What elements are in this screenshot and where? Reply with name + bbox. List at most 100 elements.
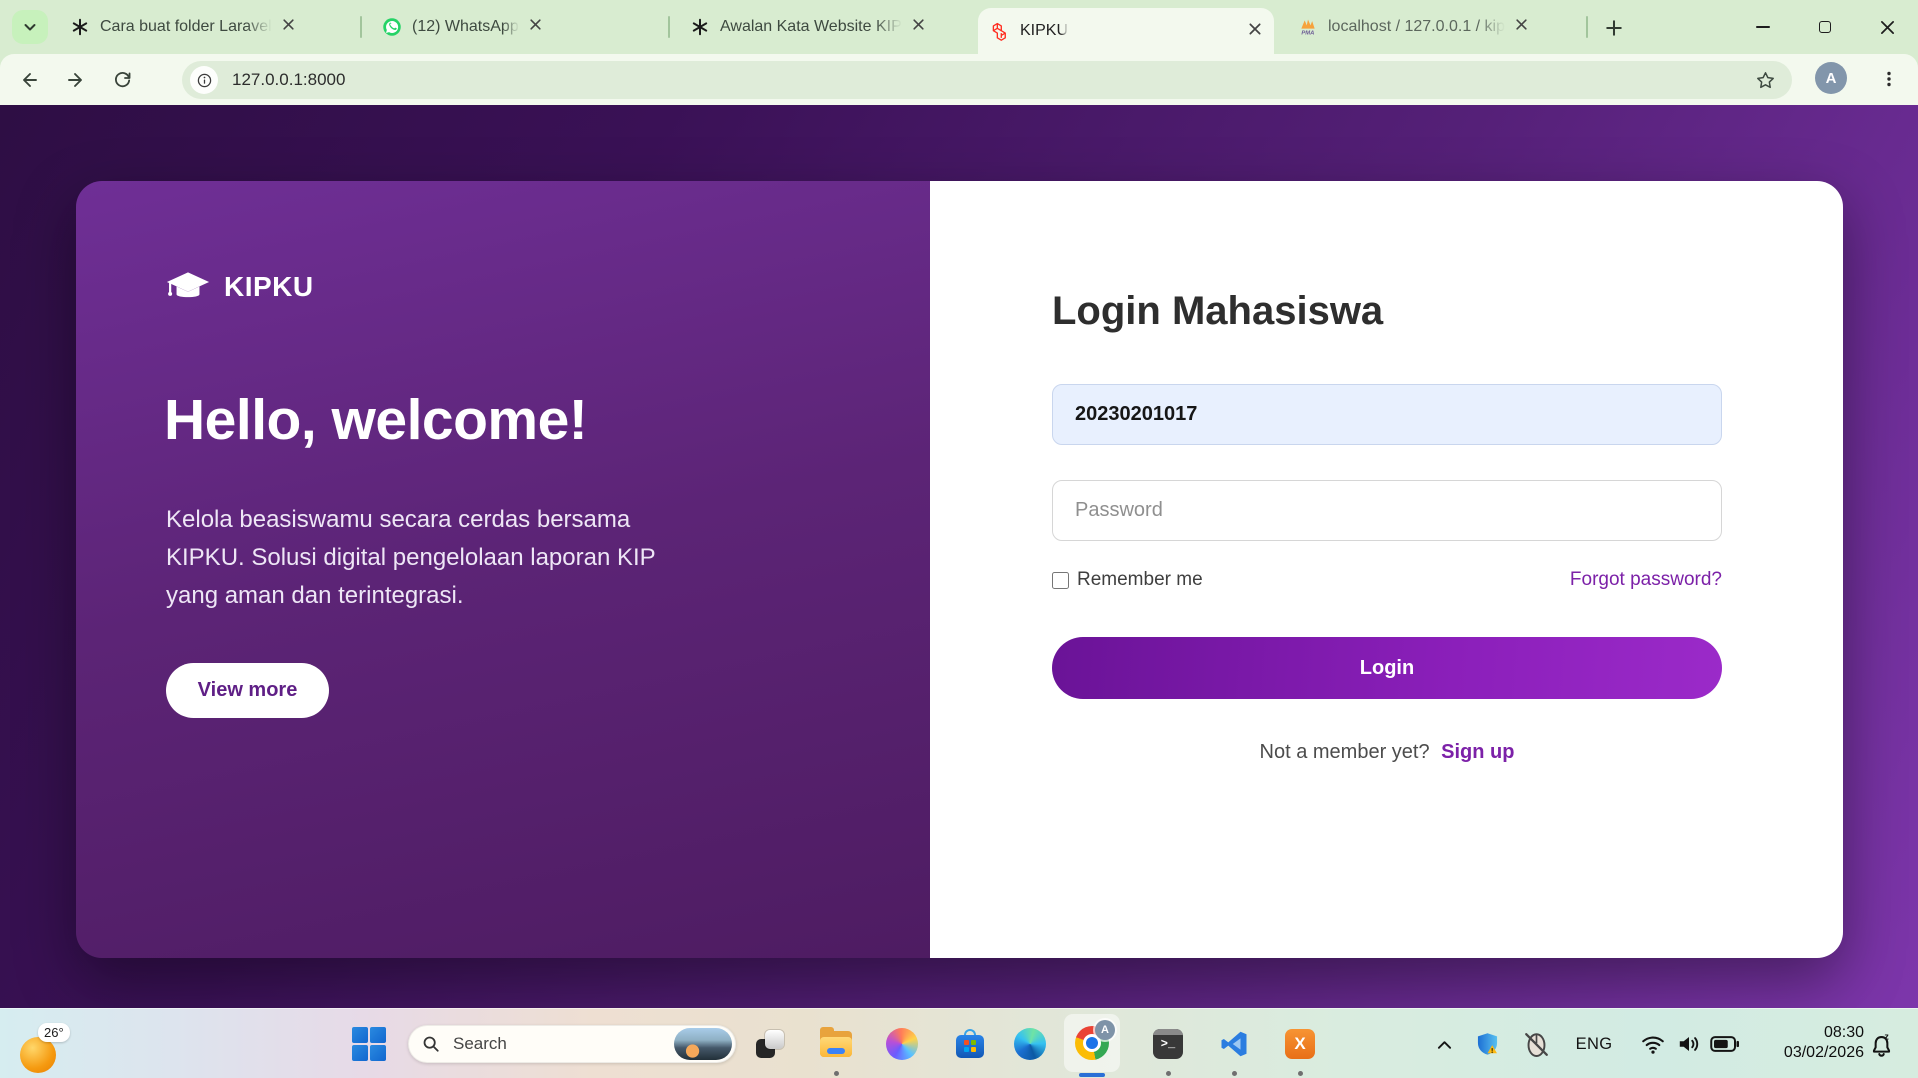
weather-widget[interactable]: 26° — [20, 1029, 80, 1075]
taskbar-clock[interactable]: 08:30 03/02/2026 — [1784, 1023, 1864, 1063]
tab-divider — [668, 16, 670, 38]
hero-description: Kelola beasiswamu secara cerdas bersama … — [166, 501, 664, 615]
taskbar-search[interactable]: Search — [408, 1025, 736, 1063]
password-field[interactable] — [1052, 480, 1722, 541]
tab-close-icon[interactable] — [1515, 18, 1528, 36]
window-minimize-button[interactable] — [1732, 0, 1794, 54]
hero-panel: KIPKU Hello, welcome! Kelola beasiswamu … — [76, 181, 930, 958]
active-app-indicator — [1079, 1073, 1105, 1077]
clock-time: 08:30 — [1784, 1023, 1864, 1043]
phpmyadmin-icon: PMA — [1298, 17, 1318, 37]
kebab-menu-icon — [1880, 70, 1898, 88]
chrome-icon: A — [1075, 1026, 1109, 1060]
brand-name: KIPKU — [224, 271, 314, 303]
signup-link[interactable]: Sign up — [1441, 741, 1514, 763]
forgot-password-link[interactable]: Forgot password? — [1570, 569, 1722, 591]
search-icon — [422, 1035, 440, 1053]
tab-title: KIPKU — [1020, 22, 1068, 40]
copilot-button[interactable] — [880, 1022, 924, 1066]
tab-strip: Cara buat folder Laravel (12) WhatsApp A… — [0, 0, 1918, 54]
tab-close-icon[interactable] — [529, 18, 542, 36]
maximize-icon — [1819, 21, 1831, 33]
tab-close-icon[interactable] — [282, 18, 295, 36]
start-button[interactable] — [351, 1026, 387, 1062]
view-more-button[interactable]: View more — [166, 663, 329, 718]
address-bar[interactable]: 127.0.0.1:8000 — [182, 61, 1792, 99]
close-icon — [1880, 20, 1895, 35]
tab-title: Awalan Kata Website KIP — [720, 18, 902, 36]
page-viewport: KIPKU Hello, welcome! Kelola beasiswamu … — [0, 105, 1918, 1008]
chrome-button-active[interactable]: A — [1064, 1014, 1120, 1072]
whatsapp-icon — [382, 17, 402, 37]
browser-menu-button[interactable] — [1872, 62, 1906, 96]
remember-me-label: Remember me — [1077, 569, 1203, 591]
vscode-icon — [1219, 1029, 1249, 1059]
forward-button[interactable] — [57, 61, 94, 98]
signup-row: Not a member yet? Sign up — [1052, 741, 1722, 764]
battery-tray-button[interactable] — [1708, 1033, 1742, 1055]
running-indicator — [834, 1071, 839, 1076]
username-field[interactable] — [1052, 384, 1722, 445]
tab-divider — [1586, 16, 1588, 38]
tab-chatgpt-laravel[interactable]: Cara buat folder Laravel — [58, 0, 354, 54]
mouse-disabled-tray-button[interactable] — [1520, 1029, 1552, 1059]
chrome-profile-badge: A — [1095, 1020, 1115, 1040]
tab-close-icon[interactable] — [1248, 22, 1262, 41]
edge-button[interactable] — [1008, 1022, 1052, 1066]
browser-profile-avatar[interactable]: A — [1815, 62, 1847, 94]
login-form: Login Mahasiswa Remember me Forgot passw… — [1052, 181, 1722, 958]
window-maximize-button[interactable] — [1794, 0, 1856, 54]
edge-icon — [1014, 1028, 1046, 1060]
windows-security-button[interactable] — [1472, 1029, 1502, 1059]
tab-title: (12) WhatsApp — [412, 18, 519, 36]
running-indicator — [1166, 1071, 1171, 1076]
file-explorer-button[interactable] — [814, 1022, 858, 1066]
info-icon — [196, 72, 213, 89]
tray-overflow-button[interactable] — [1432, 1035, 1456, 1055]
tab-chatgpt-kip[interactable]: Awalan Kata Website KIP — [678, 0, 972, 54]
new-tab-button[interactable] — [1598, 12, 1630, 44]
login-title: Login Mahasiswa — [1052, 289, 1383, 334]
vscode-button[interactable] — [1212, 1022, 1256, 1066]
screen: Cara buat folder Laravel (12) WhatsApp A… — [0, 0, 1918, 1078]
windows-logo-icon — [370, 1045, 386, 1061]
mouse-crossed-icon — [1522, 1030, 1551, 1059]
windows-logo-icon — [370, 1027, 386, 1043]
volume-tray-button[interactable] — [1674, 1031, 1704, 1057]
task-view-icon — [755, 1029, 785, 1059]
login-button[interactable]: Login — [1052, 637, 1722, 699]
windows-logo-icon — [352, 1045, 368, 1061]
minimize-icon — [1756, 26, 1770, 28]
windows-taskbar: 26° Search — [0, 1008, 1918, 1078]
sun-icon — [20, 1037, 56, 1073]
remember-me-checkbox[interactable] — [1052, 572, 1069, 589]
terminal-button[interactable]: >_ — [1146, 1022, 1190, 1066]
bell-dnd-icon: z — [1868, 1032, 1895, 1059]
window-close-button[interactable] — [1856, 0, 1918, 54]
task-view-button[interactable] — [748, 1022, 792, 1066]
tab-title: localhost / 127.0.0.1 / kip — [1328, 18, 1505, 36]
microsoft-store-button[interactable] — [948, 1022, 992, 1066]
brand-logo: KIPKU — [166, 271, 314, 303]
tab-whatsapp[interactable]: (12) WhatsApp — [370, 0, 662, 54]
terminal-icon: >_ — [1153, 1029, 1183, 1059]
tab-close-icon[interactable] — [912, 18, 925, 36]
search-highlight-image — [674, 1028, 732, 1060]
reload-button[interactable] — [104, 61, 141, 98]
xampp-button[interactable]: X — [1278, 1022, 1322, 1066]
remember-me[interactable]: Remember me — [1052, 569, 1203, 591]
tab-search-button[interactable] — [12, 10, 48, 44]
svg-text:z: z — [1884, 1032, 1889, 1041]
notification-center-button[interactable]: z — [1866, 1031, 1896, 1059]
tab-phpmyadmin[interactable]: PMA localhost / 127.0.0.1 / kip — [1286, 0, 1576, 54]
temperature-badge: 26° — [38, 1023, 70, 1042]
back-button[interactable] — [10, 61, 47, 98]
site-info-button[interactable] — [190, 66, 218, 94]
chatgpt-icon — [70, 17, 90, 37]
tab-kipku-active[interactable]: KIPKU — [978, 8, 1274, 54]
bookmark-star-button[interactable] — [1755, 70, 1776, 91]
signup-prompt: Not a member yet? — [1260, 741, 1430, 763]
login-options-row: Remember me Forgot password? — [1052, 569, 1722, 591]
wifi-tray-button[interactable] — [1638, 1031, 1668, 1057]
language-indicator[interactable]: ENG — [1572, 1033, 1616, 1055]
